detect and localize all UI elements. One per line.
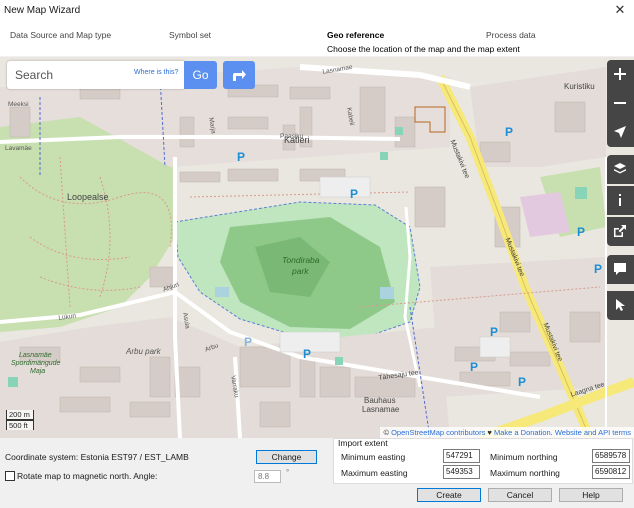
scale-imperial: 500 ft: [6, 420, 34, 430]
step-symbol-set: Symbol set: [169, 30, 212, 40]
heart-icon: ♥: [487, 428, 492, 437]
map-label-paasiku: Paasiku: [280, 133, 304, 140]
create-button[interactable]: Create: [417, 488, 481, 502]
wizard-steps: Data Source and Map type Symbol set Geo …: [0, 22, 634, 56]
query-cursor-icon: [616, 299, 625, 311]
parking-marker: P: [594, 262, 603, 276]
coordinate-system-label: Coordinate system: Estonia EST97 / EST_L…: [5, 452, 189, 462]
close-icon[interactable]: ✕: [612, 2, 628, 18]
go-button[interactable]: Go: [184, 61, 217, 89]
note-button[interactable]: [607, 255, 634, 284]
help-button[interactable]: Help: [559, 488, 623, 502]
parking-marker: P: [303, 347, 312, 361]
map-label-park: park: [292, 266, 309, 276]
cancel-button[interactable]: Cancel: [488, 488, 552, 502]
locate-arrow-icon: [614, 126, 626, 138]
step-description: Choose the location of the map and the m…: [327, 44, 520, 54]
zoom-in-button[interactable]: [607, 60, 634, 89]
min-northing-field[interactable]: 6589578: [592, 449, 630, 463]
title-bar: New Map Wizard ✕: [0, 0, 634, 22]
map-label-tondiraba: Tondiraba: [282, 255, 320, 265]
search-box: Where is this?: [7, 61, 184, 89]
search-input[interactable]: [15, 67, 125, 83]
change-button[interactable]: Change: [256, 450, 317, 464]
donation-link[interactable]: Make a Donation: [494, 428, 551, 437]
zoom-out-icon: [614, 102, 626, 104]
map-label-arbu-park: Arbu park: [126, 347, 161, 356]
max-northing-field[interactable]: 6590812: [592, 465, 630, 479]
map-label-bauhaus-1: Bauhaus: [364, 396, 396, 405]
directions-icon: [233, 70, 246, 81]
map-attribution: © OpenStreetMap contributors ♥ Make a Do…: [380, 427, 634, 438]
step-process-data: Process data: [486, 30, 536, 40]
copyright-symbol: ©: [383, 428, 389, 437]
parking-marker: P: [244, 335, 253, 349]
map-label-kuristiku: Kuristiku: [564, 82, 595, 91]
parking-marker: P: [577, 225, 586, 239]
info-icon: [619, 194, 621, 206]
share-icon: [614, 225, 626, 237]
step-data-source: Data Source and Map type: [10, 30, 112, 40]
parking-marker: P: [470, 360, 479, 374]
directions-button[interactable]: [223, 61, 255, 89]
scale-metric: 200 m: [6, 410, 34, 420]
comment-icon: [614, 263, 626, 275]
min-northing-label: Minimum northing: [490, 452, 558, 462]
parking-marker: P: [505, 125, 514, 139]
rotate-checkbox[interactable]: [5, 471, 15, 481]
import-extent-title: Import extent: [338, 438, 388, 448]
layers-button[interactable]: [607, 155, 634, 184]
api-terms-link[interactable]: Website and API terms: [555, 428, 631, 437]
window-title: New Map Wizard: [4, 5, 81, 16]
rotate-label: Rotate map to magnetic north. Angle:: [17, 471, 158, 481]
share-button[interactable]: [607, 217, 634, 246]
parking-marker: P: [518, 375, 527, 389]
scale-bar: 200 m 500 ft: [6, 410, 36, 430]
max-northing-label: Maximum northing: [490, 468, 560, 478]
min-easting-label: Minimum easting: [341, 452, 406, 462]
zoom-in-icon: [614, 68, 626, 80]
osm-link[interactable]: OpenStreetMap: [391, 428, 444, 437]
parking-marker: P: [350, 187, 359, 201]
query-button[interactable]: [607, 291, 634, 320]
map-canvas[interactable]: [0, 57, 634, 438]
contributors-link[interactable]: contributors: [446, 428, 485, 437]
max-easting-label: Maximum easting: [341, 468, 408, 478]
map-label-sport-3: Maja: [30, 368, 46, 375]
map-view[interactable]: Kuristiku Katleri Loopealse Tondiraba pa…: [0, 57, 634, 438]
map-label-meeksi: Meeksi: [8, 101, 29, 108]
step-geo-reference: Geo reference: [327, 30, 385, 40]
min-easting-field[interactable]: 547291: [443, 449, 480, 463]
map-label-loopealse: Loopealse: [67, 192, 109, 202]
bottom-panel: Coordinate system: Estonia EST97 / EST_L…: [0, 438, 634, 508]
map-label-sport-2: Spordimängude: [11, 360, 61, 367]
max-easting-field[interactable]: 549353: [443, 465, 480, 479]
info-button[interactable]: [607, 186, 634, 215]
map-label-bauhaus-2: Lasnamae: [362, 405, 400, 414]
map-label-lavamae: Lavamäe: [5, 145, 32, 152]
locate-button[interactable]: [607, 118, 634, 147]
where-is-this-link[interactable]: Where is this?: [134, 69, 178, 76]
zoom-out-button[interactable]: [607, 89, 634, 118]
angle-input[interactable]: 8.8: [254, 470, 281, 483]
parking-marker: P: [237, 150, 246, 164]
layers-icon: [614, 163, 626, 174]
parking-marker: P: [490, 325, 499, 339]
map-label-sport-1: Lasnamäe: [19, 352, 52, 359]
degree-symbol: °: [286, 468, 290, 477]
